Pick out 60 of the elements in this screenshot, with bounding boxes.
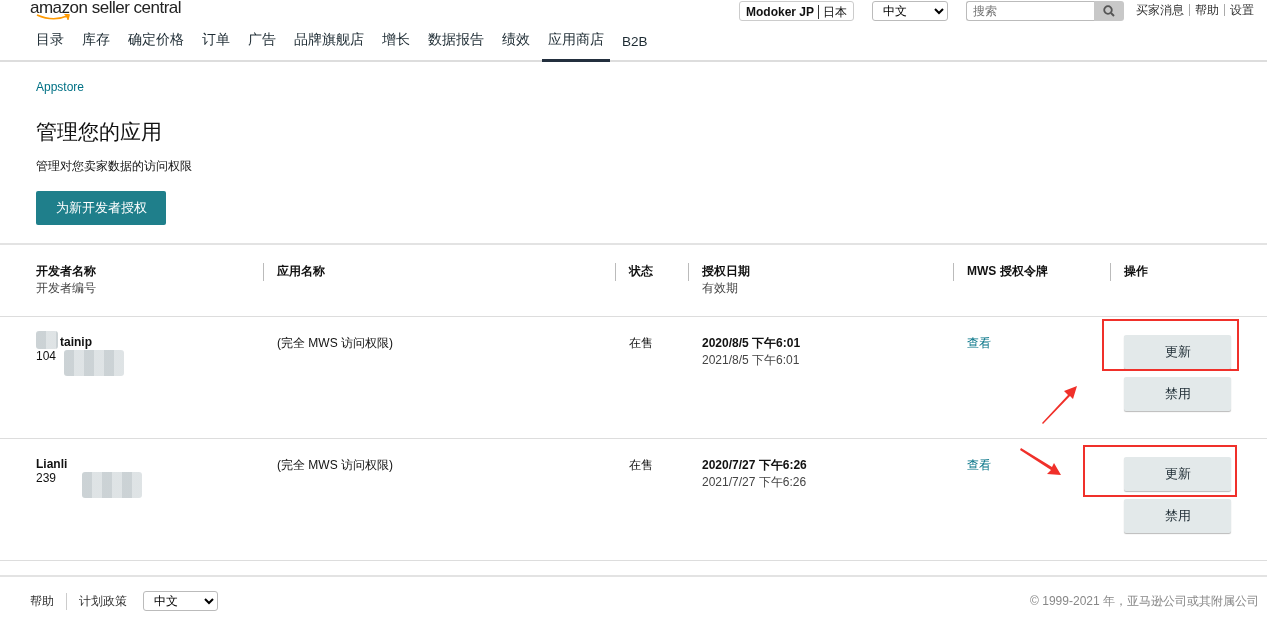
authorize-button[interactable]: 为新开发者授权 [36,191,166,225]
copyright: © 1999-2021 年，亚马逊公司或其附属公司 [1030,592,1259,610]
column-subheader: 开发者编号 [36,280,97,297]
annotation-arrow [1040,385,1078,425]
disable-button[interactable]: 禁用 [1124,499,1231,533]
column-header: MWS 授权令牌 [967,263,1049,280]
update-button[interactable]: 更新 [1124,335,1231,369]
search-button[interactable] [1094,1,1124,21]
page-title: 管理您的应用 [36,119,162,145]
annotation-arrow [1020,447,1062,477]
view-token-link[interactable]: 查看 [967,335,1110,352]
header-link[interactable]: 买家消息 [1136,4,1189,16]
footer-link[interactable]: 帮助 [30,592,66,610]
app-name: (完全 MWS 访问权限) [277,457,394,474]
header-link[interactable]: 设置 [1224,4,1259,16]
column-header: 操作 [1124,263,1149,280]
developer-id: 104 [36,349,57,363]
nav-tab[interactable]: 品牌旗舰店 [288,31,370,62]
auth-date: 2020/8/5 下午6:01 [702,335,802,352]
nav-tab[interactable]: 增长 [376,31,416,62]
nav-tab[interactable]: 广告 [242,31,282,62]
redaction-patch [36,331,58,349]
status: 在售 [629,457,654,474]
nav-tab[interactable]: 目录 [30,31,70,62]
developer-name: tainip [60,335,92,349]
nav-tab[interactable]: 数据报告 [422,31,490,62]
nav-tab[interactable]: 订单 [196,31,236,62]
column-header: 授权日期 [702,263,751,280]
expiry-date: 2021/8/5 下午6:01 [702,352,801,369]
auth-date: 2020/7/27 下午6:26 [702,457,808,474]
column-header: 应用名称 [277,263,326,280]
header-link[interactable]: 帮助 [1189,4,1224,16]
logo[interactable]: amazon seller central [30,0,182,18]
redaction-patch [64,350,124,376]
nav-tab[interactable]: 绩效 [496,31,536,62]
account-switcher[interactable]: Modoker JP 日本 [739,1,854,21]
disable-button[interactable]: 禁用 [1124,377,1231,411]
column-header: 状态 [629,263,654,280]
developer-id: 239 [36,471,57,485]
nav-tab[interactable]: 应用商店 [542,31,610,62]
footer-link[interactable]: 计划政策 [66,592,139,610]
column-header: 开发者名称 [36,263,97,280]
search-field[interactable]: 搜索 [966,1,1094,21]
expiry-date: 2021/7/27 下午6:26 [702,474,808,491]
language-select[interactable]: 中文 [872,1,948,21]
nav-tab[interactable]: 库存 [76,31,116,62]
developer-name: Lianli [36,457,68,471]
status: 在售 [629,335,654,352]
update-button[interactable]: 更新 [1124,457,1231,491]
search-icon [1103,5,1115,17]
page-subtitle: 管理对您卖家数据的访问权限 [36,158,192,175]
smile-icon [36,14,70,20]
redaction-patch [82,472,142,498]
app-name: (完全 MWS 访问权限) [277,335,394,352]
language-select[interactable]: 中文 [143,591,218,611]
nav-tab[interactable]: B2B [616,34,654,62]
view-token-link[interactable]: 查看 [967,457,1110,474]
breadcrumb[interactable]: Appstore [36,80,85,94]
nav-tab[interactable]: 确定价格 [122,31,190,62]
column-subheader: 有效期 [702,280,739,297]
